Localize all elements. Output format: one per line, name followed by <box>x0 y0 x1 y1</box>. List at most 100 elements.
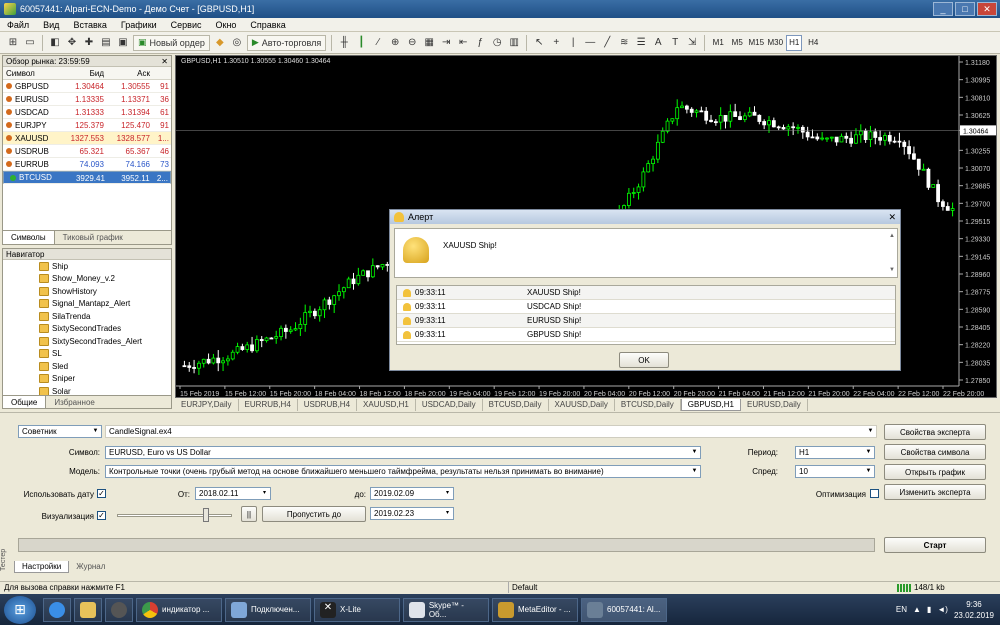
navigator-item[interactable]: Signal_Mantapz_Alert <box>3 298 171 311</box>
alert-history-list[interactable]: 09:33:11 XAUUSD Ship! 09:33:11 USDCAD Ship!… <box>396 285 896 345</box>
navigator-icon[interactable]: ✚ <box>82 35 96 51</box>
navigator-item[interactable]: Sniper <box>3 373 171 386</box>
explorer-icon[interactable] <box>74 597 102 622</box>
navigator-item[interactable]: SixtySecondTrades_Alert <box>3 335 171 348</box>
market-watch-icon[interactable]: ◧ <box>48 35 62 51</box>
fibo-icon[interactable]: ☰ <box>634 35 648 51</box>
navigator-item[interactable]: Show_Money_v.2 <box>3 273 171 286</box>
navigator-item[interactable]: SilaTrenda <box>3 310 171 323</box>
close-button[interactable]: ✕ <box>977 2 997 16</box>
tester-icon[interactable]: ▣ <box>116 35 130 51</box>
navigator-item[interactable]: Sled <box>3 360 171 373</box>
tab-journal[interactable]: Журнал <box>69 561 112 573</box>
symbol-properties-button[interactable]: Свойства символа <box>884 444 986 460</box>
ok-button[interactable]: OK <box>619 352 669 368</box>
tf-m1[interactable]: M1 <box>710 35 726 51</box>
market-watch-row[interactable]: EURJPY 125.379 125.470 91 <box>3 119 171 132</box>
chart-tab[interactable]: EURUSD,Daily <box>741 399 808 411</box>
taskbar-metatrader[interactable]: 60057441: Al... <box>581 597 667 622</box>
to-date-picker[interactable]: 2019.02.09 ▾ <box>370 487 454 500</box>
market-watch-row[interactable]: USDCAD 1.31333 1.31394 61 <box>3 106 171 119</box>
use-date-checkbox[interactable]: ✓ <box>97 489 106 498</box>
menu-file[interactable]: Файл <box>0 20 36 30</box>
channel-icon[interactable]: ≋ <box>617 35 631 51</box>
menu-charts[interactable]: Графики <box>114 20 164 30</box>
alert-history-row[interactable]: 09:33:11 USDCAD Ship! <box>397 300 895 314</box>
volume-icon[interactable]: ◄) <box>937 605 948 614</box>
tf-h1[interactable]: H1 <box>786 34 803 51</box>
candles-icon[interactable]: ┃ <box>354 35 368 51</box>
market-watch-row[interactable]: EURRUB 74.093 74.166 73 <box>3 158 171 171</box>
maximize-button[interactable]: □ <box>955 2 975 16</box>
trendline-icon[interactable]: ╱ <box>600 35 614 51</box>
ie-icon[interactable] <box>43 597 71 622</box>
taskbar-skype[interactable]: Skype™ - Об... <box>403 597 489 622</box>
crosshair-icon[interactable]: + <box>549 35 563 51</box>
taskbar-xlite[interactable]: ✕ X-Lite <box>314 597 400 622</box>
navigator-item[interactable]: SL <box>3 348 171 361</box>
expert-properties-button[interactable]: Свойства эксперта <box>884 424 986 440</box>
symbol-select[interactable]: EURUSD, Euro vs US Dollar ▼ <box>105 446 701 459</box>
taskbar-metaeditor[interactable]: MetaEditor - ... <box>492 597 578 622</box>
market-watch-row[interactable]: XAUUSD 1327.553 1328.577 1... <box>3 132 171 145</box>
modify-expert-button[interactable]: Изменить эксперта <box>884 484 986 500</box>
metaeditor-icon[interactable]: ◆ <box>213 35 227 51</box>
period-select[interactable]: H1 ▼ <box>795 446 875 459</box>
start-button[interactable]: Старт <box>884 537 986 553</box>
menu-help[interactable]: Справка <box>243 20 292 30</box>
from-date-picker[interactable]: 2018.02.11 ▾ <box>195 487 271 500</box>
taskbar-chrome[interactable]: индикатор ... <box>136 597 222 622</box>
navigator-item[interactable]: Ship <box>3 260 171 273</box>
visualization-checkbox[interactable]: ✓ <box>97 511 106 520</box>
arrows-icon[interactable]: ⇲ <box>685 35 699 51</box>
clock[interactable]: 9:36 23.02.2019 <box>954 599 994 621</box>
market-watch-row[interactable]: BTCUSD 3929.41 3952.11 2... <box>3 171 171 184</box>
taskbar-connection[interactable]: Подключен... <box>225 597 311 622</box>
close-icon[interactable]: ✕ <box>161 56 171 66</box>
alert-history-row[interactable]: 09:33:11 EURUSD Ship! <box>397 314 895 328</box>
chart-tab[interactable]: XAUUSD,H1 <box>357 399 416 411</box>
market-watch-row[interactable]: GBPUSD 1.30464 1.30555 91 <box>3 80 171 93</box>
minimize-button[interactable]: _ <box>933 2 953 16</box>
tf-h4[interactable]: H4 <box>805 35 821 51</box>
tf-m30[interactable]: M30 <box>767 35 783 51</box>
autotrading-button[interactable]: ▶ Авто-торговля <box>246 34 327 51</box>
navigator-item[interactable]: ShowHistory <box>3 285 171 298</box>
menu-tools[interactable]: Сервис <box>164 20 209 30</box>
tf-m5[interactable]: M5 <box>729 35 745 51</box>
cursor-icon[interactable]: ↖ <box>532 35 546 51</box>
bar-chart-icon[interactable]: ╫ <box>337 35 351 51</box>
tester-type-select[interactable]: Советник ▼ <box>18 425 102 438</box>
chart-tab[interactable]: BTCUSD,Daily <box>483 399 549 411</box>
chart-tab[interactable]: EURRUB,H4 <box>239 399 298 411</box>
scroll-down-icon[interactable]: ▼ <box>889 267 895 273</box>
tab-common[interactable]: Общие <box>3 396 47 408</box>
autoscroll-icon[interactable]: ⇥ <box>439 35 453 51</box>
skip-date-picker[interactable]: 2019.02.23 ▾ <box>370 507 454 520</box>
new-chart-icon[interactable]: ⊞ <box>6 35 20 51</box>
indicators-icon[interactable]: ƒ <box>473 35 487 51</box>
menu-insert[interactable]: Вставка <box>66 20 113 30</box>
periods-icon[interactable]: ◷ <box>490 35 504 51</box>
spread-select[interactable]: 10 ▼ <box>795 465 875 478</box>
text-icon[interactable]: A <box>651 35 665 51</box>
chart-tab[interactable]: USDRUB,H4 <box>298 399 358 411</box>
expert-select[interactable]: CandleSignal.ex4 ▼ <box>105 425 877 438</box>
pause-button[interactable]: || <box>241 506 257 522</box>
tile-icon[interactable]: ▦ <box>422 35 436 51</box>
profiles-icon[interactable]: ▭ <box>23 35 37 51</box>
open-chart-button[interactable]: Открыть график <box>884 464 986 480</box>
new-order-button[interactable]: ▣ Новый ордер <box>133 34 210 51</box>
media-icon[interactable] <box>105 597 133 622</box>
signals-icon[interactable]: ◎ <box>230 35 244 51</box>
data-window-icon[interactable]: ✥ <box>65 35 79 51</box>
templates-icon[interactable]: ▥ <box>507 35 521 51</box>
hline-icon[interactable]: — <box>583 35 597 51</box>
chart-tab[interactable]: XAUUSD,Daily <box>549 399 615 411</box>
zoom-in-icon[interactable]: ⊕ <box>388 35 402 51</box>
chart-tab[interactable]: BTCUSD,Daily <box>615 399 681 411</box>
zoom-out-icon[interactable]: ⊖ <box>405 35 419 51</box>
language-indicator[interactable]: EN <box>896 605 907 614</box>
tray-arrow-icon[interactable]: ▲ <box>913 605 921 614</box>
tf-m15[interactable]: M15 <box>748 35 764 51</box>
